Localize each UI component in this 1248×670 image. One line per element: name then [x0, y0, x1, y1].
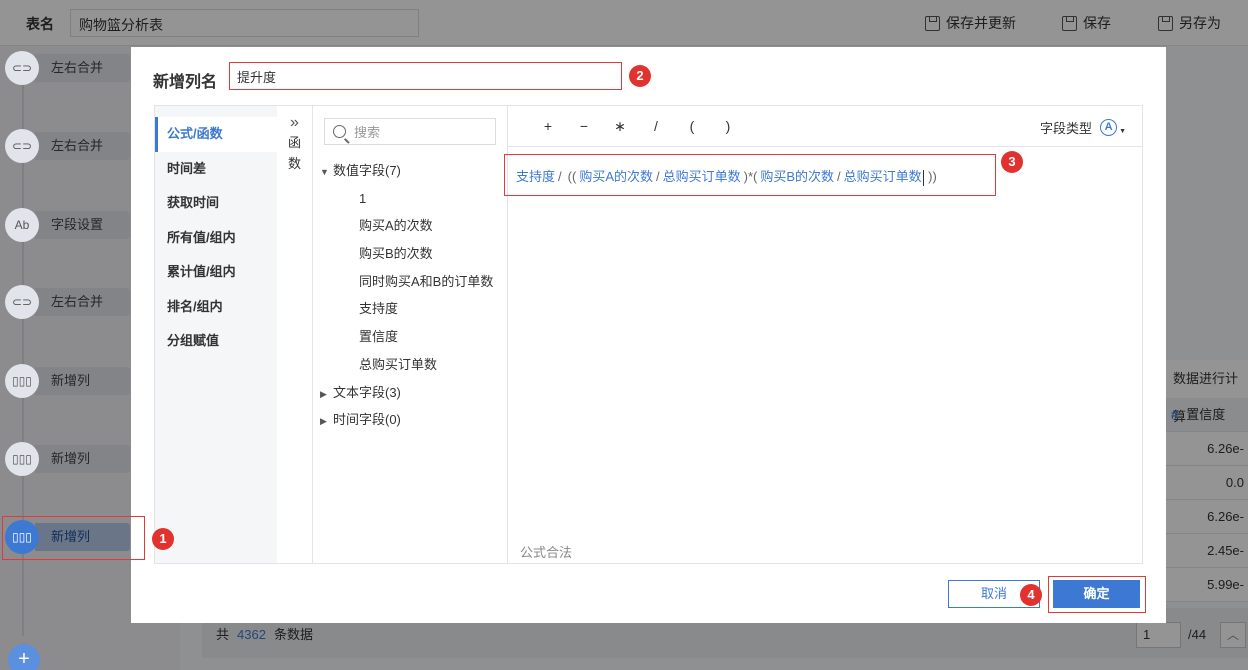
link-icon: ⊂⊃ [5, 285, 39, 319]
tree-field[interactable]: 置信度 [314, 323, 508, 351]
field-type-select[interactable]: 字段类型 A ▼ [1040, 118, 1126, 137]
annotation-badge-2: 2 [629, 65, 651, 87]
step-highlight [2, 516, 145, 560]
text-type-icon: A [1100, 119, 1118, 136]
confirm-button[interactable]: 确定 [1053, 580, 1140, 608]
multiply-button[interactable]: ∗ [602, 118, 638, 135]
tree-field[interactable]: 购买B的次数 [314, 240, 508, 268]
caret-down-icon: ▼ [320, 167, 329, 177]
tree-field[interactable]: 1 [314, 185, 508, 213]
ab-icon: Ab [5, 208, 39, 242]
double-chevron-icon: » [290, 114, 299, 131]
columns-icon: ▯▯▯ [5, 442, 39, 476]
tree-field[interactable]: 购买A的次数 [314, 212, 508, 240]
columns-icon: ▯▯▯ [5, 364, 39, 398]
tree-group-text[interactable]: ▶ 文本字段(3) [314, 379, 508, 407]
caret-right-icon: ▶ [320, 388, 327, 399]
nav-group-assign[interactable]: 分组赋值 [155, 324, 277, 359]
dialog-title: 新增列名 [153, 74, 218, 91]
function-toggle[interactable]: » 函 数 [277, 106, 313, 563]
link-icon: ⊂⊃ [5, 129, 39, 163]
formula-status: 公式合法 [520, 545, 573, 560]
formula-textarea[interactable]: 支持度 /((购买A的次数 / 总购买订单数)*(购买B的次数 / 总购买订单数)) 公式… [504, 146, 1142, 563]
link-icon: ⊂⊃ [5, 51, 39, 85]
text-cursor [922, 169, 925, 186]
confirm-highlight: 确定 [1048, 576, 1146, 613]
right-paren-button[interactable]: ) [710, 118, 746, 135]
formula-editor: + − ∗ / ( ) 字段类型 A ▼ 支持度 /((购买A的次数 / 总购买订单数… [504, 106, 1142, 563]
annotation-badge-4: 4 [1020, 584, 1042, 606]
add-column-dialog: 新增列名 提升度 公式/函数 时间差 获取时间 所有值/组内 累计值/组内 排名… [131, 47, 1166, 623]
column-name-input[interactable]: 提升度 [229, 62, 622, 90]
formula-panel: 公式/函数 时间差 获取时间 所有值/组内 累计值/组内 排名/组内 分组赋值 … [154, 105, 1143, 564]
caret-right-icon: ▶ [320, 416, 327, 427]
plus-button[interactable]: + [530, 118, 566, 135]
nav-formula[interactable]: 公式/函数 [155, 117, 277, 152]
nav-cumulative[interactable]: 累计值/组内 [155, 255, 277, 290]
field-tree: 搜索 ▼ 数值字段(7) 1 购买A的次数 购买B的次数 同时购买A和B的订单数 … [314, 106, 508, 563]
tree-field[interactable]: 支持度 [314, 295, 508, 323]
left-paren-button[interactable]: ( [674, 118, 710, 135]
annotation-badge-1: 1 [152, 528, 174, 550]
field-search-input[interactable]: 搜索 [324, 118, 496, 145]
nav-get-time[interactable]: 获取时间 [155, 186, 277, 221]
tree-group-numeric[interactable]: ▼ 数值字段(7) [314, 157, 508, 185]
nav-rank[interactable]: 排名/组内 [155, 290, 277, 325]
annotation-badge-3: 3 [1001, 151, 1023, 173]
divide-button[interactable]: / [638, 118, 674, 135]
dropdown-arrow-icon: ▼ [1119, 128, 1126, 135]
function-nav: 公式/函数 时间差 获取时间 所有值/组内 累计值/组内 排名/组内 分组赋值 [155, 106, 277, 563]
tree-field[interactable]: 总购买订单数 [314, 351, 508, 379]
tree-group-time[interactable]: ▶ 时间字段(0) [314, 406, 508, 434]
nav-time-diff[interactable]: 时间差 [155, 152, 277, 187]
search-icon [333, 125, 346, 138]
operator-bar: + − ∗ / ( ) [530, 118, 746, 135]
add-step-button[interactable]: + [8, 644, 40, 670]
formula-content[interactable]: 支持度 /((购买A的次数 / 总购买订单数)*(购买B的次数 / 总购买订单数)) [504, 154, 996, 196]
minus-button[interactable]: − [566, 118, 602, 135]
tree-field[interactable]: 同时购买A和B的订单数 [314, 268, 508, 296]
nav-all-values[interactable]: 所有值/组内 [155, 221, 277, 256]
